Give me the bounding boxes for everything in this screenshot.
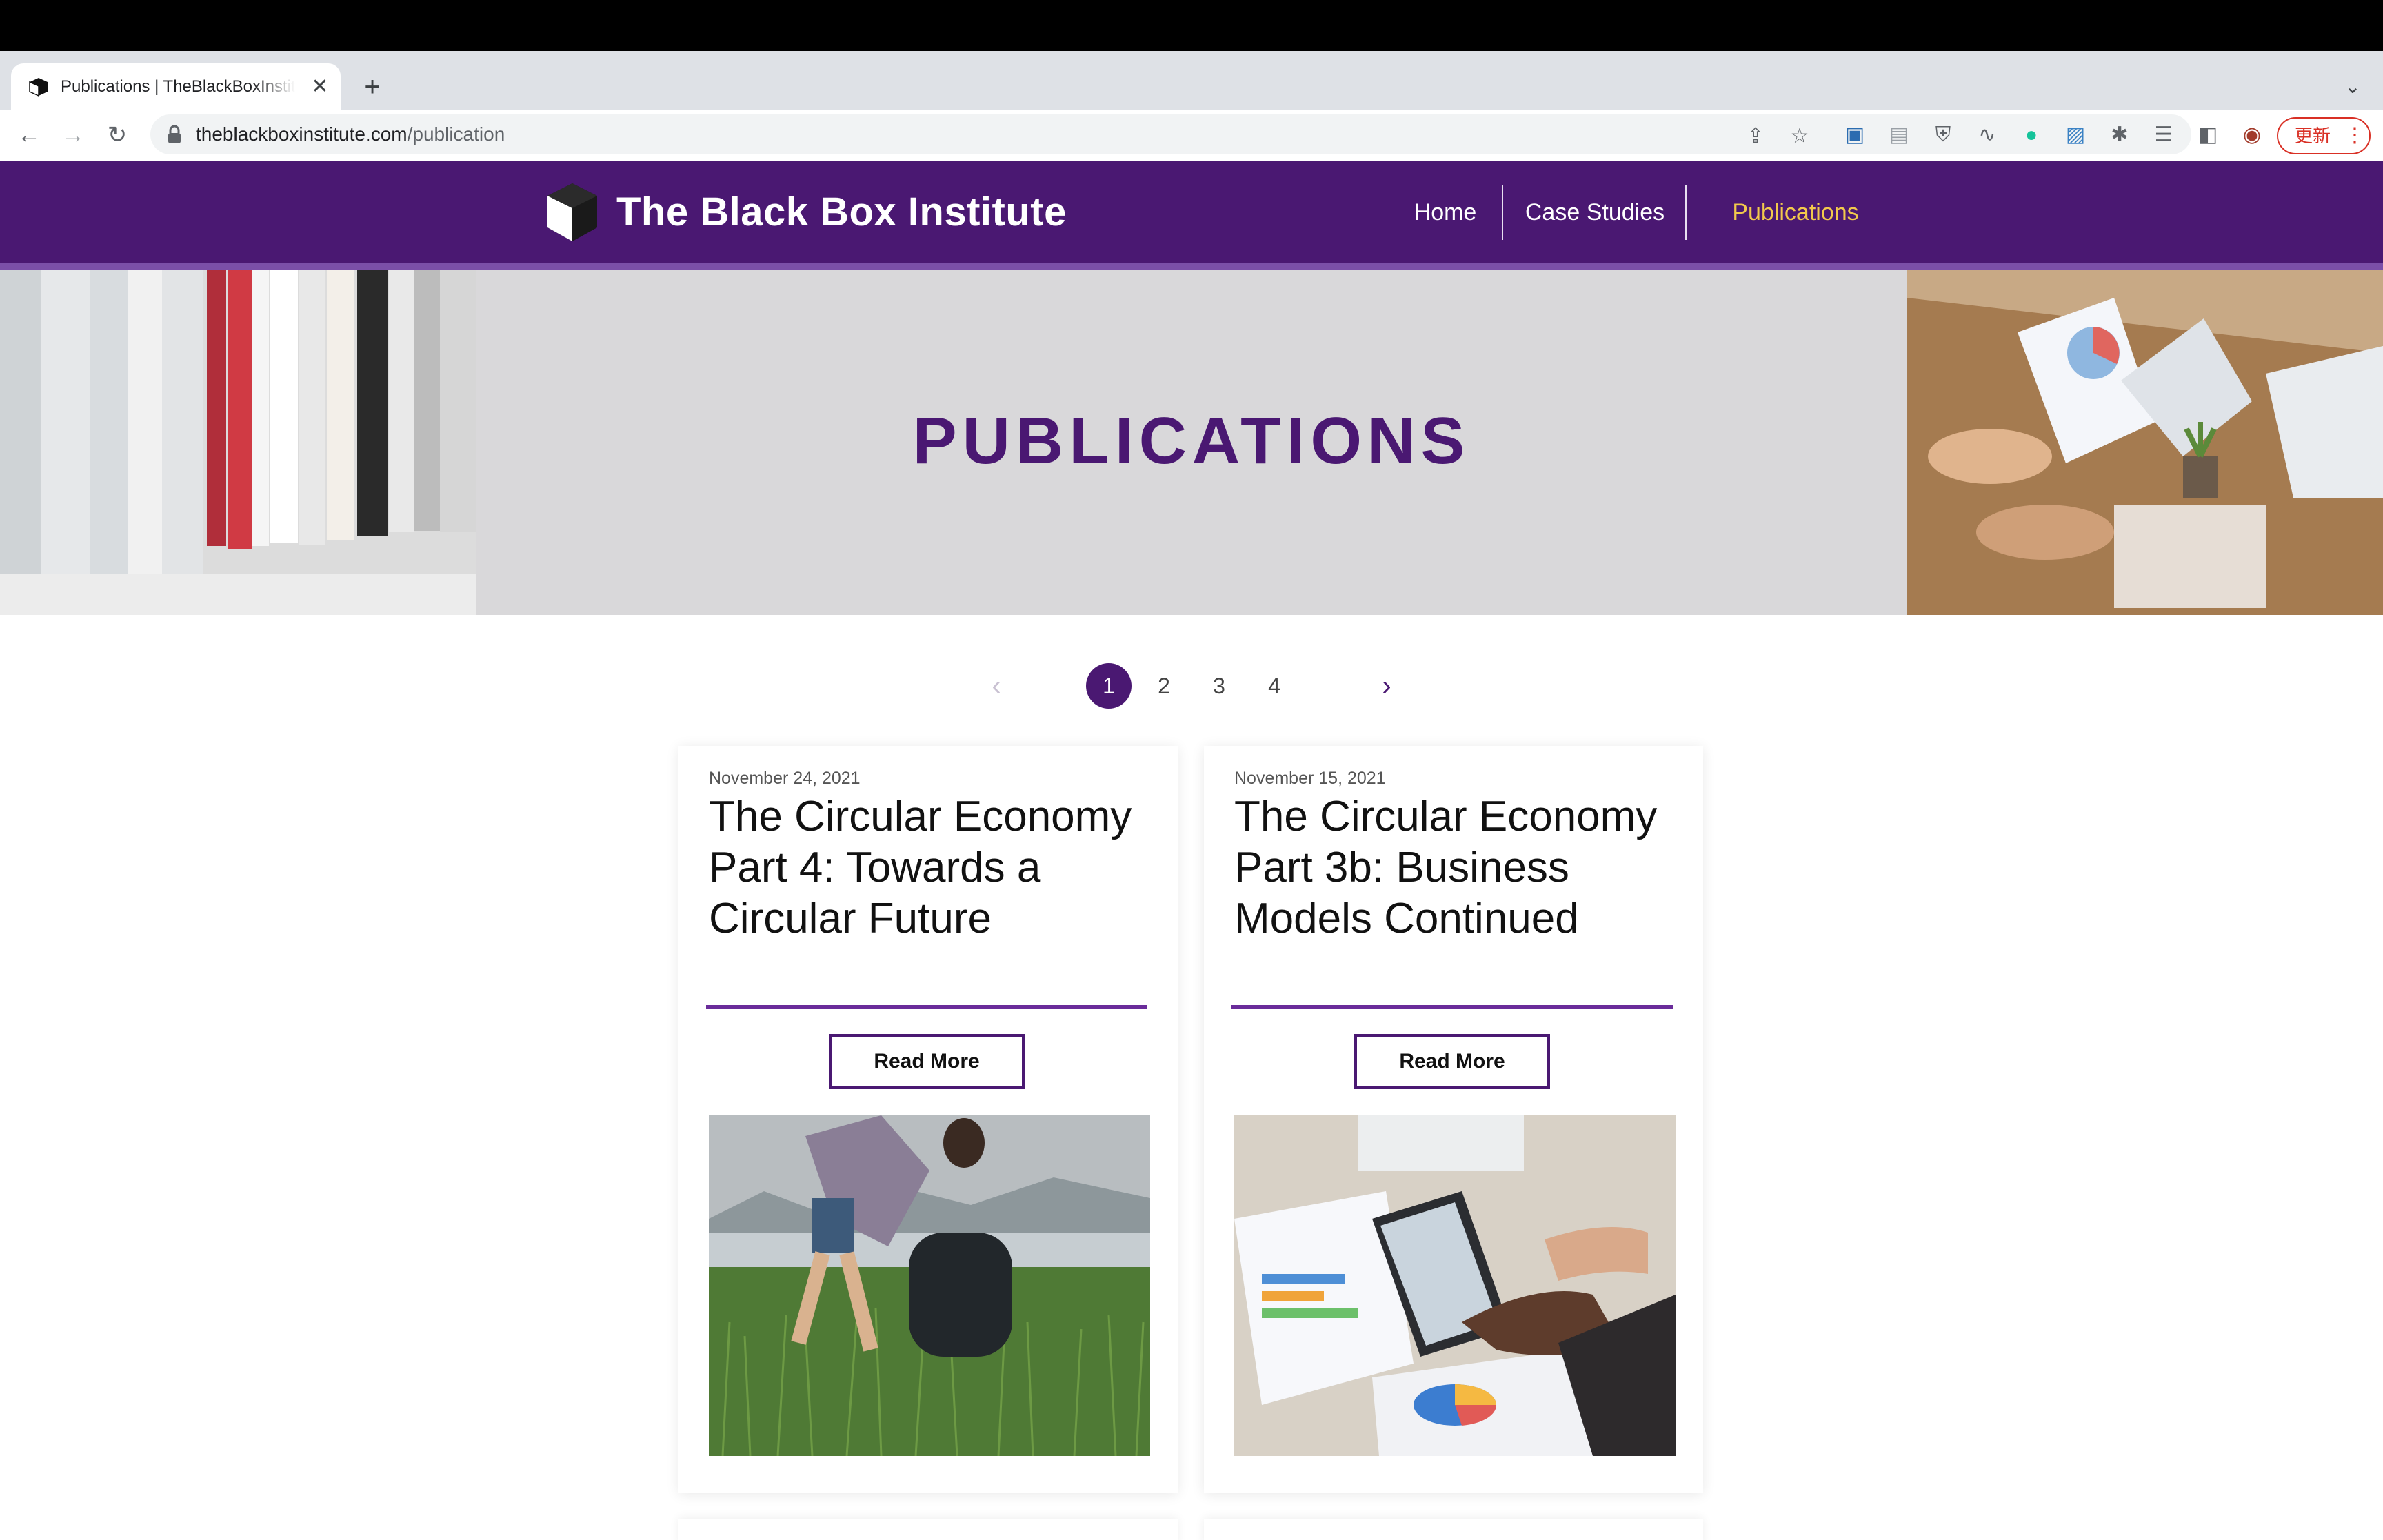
pagination-page-2[interactable]: 2 <box>1141 663 1187 709</box>
tab-search-chevron-icon[interactable]: ⌄ <box>2339 74 2366 99</box>
bookmark-star-icon[interactable]: ☆ <box>1786 123 1813 150</box>
back-arrow-icon[interactable]: ← <box>14 120 44 150</box>
publication-thumbnail[interactable] <box>709 1115 1150 1456</box>
title-underline <box>706 1005 1147 1009</box>
pagination-next-chevron-icon[interactable]: › <box>1369 669 1404 703</box>
extension-shield-icon[interactable]: ⛨ <box>1929 121 1957 149</box>
publication-date: November 15, 2021 <box>1234 769 1386 788</box>
read-more-button[interactable]: Read More <box>829 1034 1025 1089</box>
pagination-page-3[interactable]: 3 <box>1196 663 1242 709</box>
url-host: theblackboxinstitute.com <box>196 123 408 145</box>
pagination-page-4[interactable]: 4 <box>1251 663 1297 709</box>
publication-title[interactable]: The Circular Economy Part 4: Towards a C… <box>709 791 1157 998</box>
tab-title: Publications | TheBlackBoxInstitute <box>61 74 295 99</box>
nav-home-link[interactable]: Home <box>1402 194 1488 230</box>
share-icon[interactable]: ⇪ <box>1742 123 1769 150</box>
hero-bookshelf-image <box>0 270 476 615</box>
woman-collecting-litter-illustration <box>709 1115 1150 1456</box>
title-underline <box>1231 1005 1673 1009</box>
extensions-puzzle-icon[interactable]: ✱ <box>2106 121 2133 149</box>
bookshelf-illustration <box>0 270 476 615</box>
lock-icon <box>168 125 181 143</box>
browser-menu-dots-icon[interactable]: ⋮ <box>2344 119 2365 153</box>
black-box-logo-icon[interactable] <box>545 181 600 244</box>
hero-meeting-image <box>1907 270 2383 615</box>
address-url: theblackboxinstitute.com/publication <box>196 120 1023 149</box>
site-brand-name[interactable]: The Black Box Institute <box>616 186 1140 239</box>
url-path: /publication <box>407 123 505 145</box>
page-title: PUBLICATIONS <box>912 404 1471 478</box>
tab-close-icon[interactable]: ✕ <box>308 74 332 99</box>
reading-list-icon[interactable]: ☰ <box>2150 121 2178 149</box>
pagination-prev-chevron-icon[interactable]: ‹ <box>979 669 1014 703</box>
hands-tablet-charts-illustration <box>1234 1115 1676 1456</box>
extension-pulse-icon[interactable]: ∿ <box>1973 121 2001 149</box>
nav-case-studies-link[interactable]: Case Studies <box>1516 194 1674 230</box>
pagination-page-1[interactable]: 1 <box>1086 663 1132 709</box>
extension-translate-icon[interactable]: ▤ <box>1885 121 1913 149</box>
extension-s-icon[interactable]: ▣ <box>1841 121 1869 149</box>
extension-photo-icon[interactable]: ▨ <box>2062 121 2089 149</box>
site-header <box>0 161 2383 263</box>
publication-card-next-row <box>1204 1519 1703 1540</box>
publication-title[interactable]: The Circular Economy Part 3b: Business M… <box>1234 791 1682 998</box>
extension-grammarly-icon[interactable]: ● <box>2018 121 2045 149</box>
forward-arrow-icon[interactable]: → <box>58 120 88 150</box>
new-tab-plus-icon[interactable]: + <box>357 72 388 102</box>
publication-thumbnail[interactable] <box>1234 1115 1676 1456</box>
publication-date: November 24, 2021 <box>709 769 861 788</box>
site-favicon-icon <box>29 78 48 97</box>
publication-card-next-row <box>678 1519 1178 1540</box>
side-panel-icon[interactable]: ◧ <box>2194 121 2222 149</box>
nav-publications-link[interactable]: Publications <box>1699 194 1892 230</box>
header-accent-stripe <box>0 263 2383 270</box>
profile-avatar-icon[interactable]: ◉ <box>2238 121 2266 149</box>
reload-icon[interactable]: ↻ <box>102 120 132 150</box>
nav-divider <box>1685 185 1687 240</box>
macos-top-bar <box>0 0 2383 51</box>
nav-divider <box>1502 185 1503 240</box>
read-more-button[interactable]: Read More <box>1354 1034 1550 1089</box>
meeting-table-illustration <box>1907 270 2383 615</box>
